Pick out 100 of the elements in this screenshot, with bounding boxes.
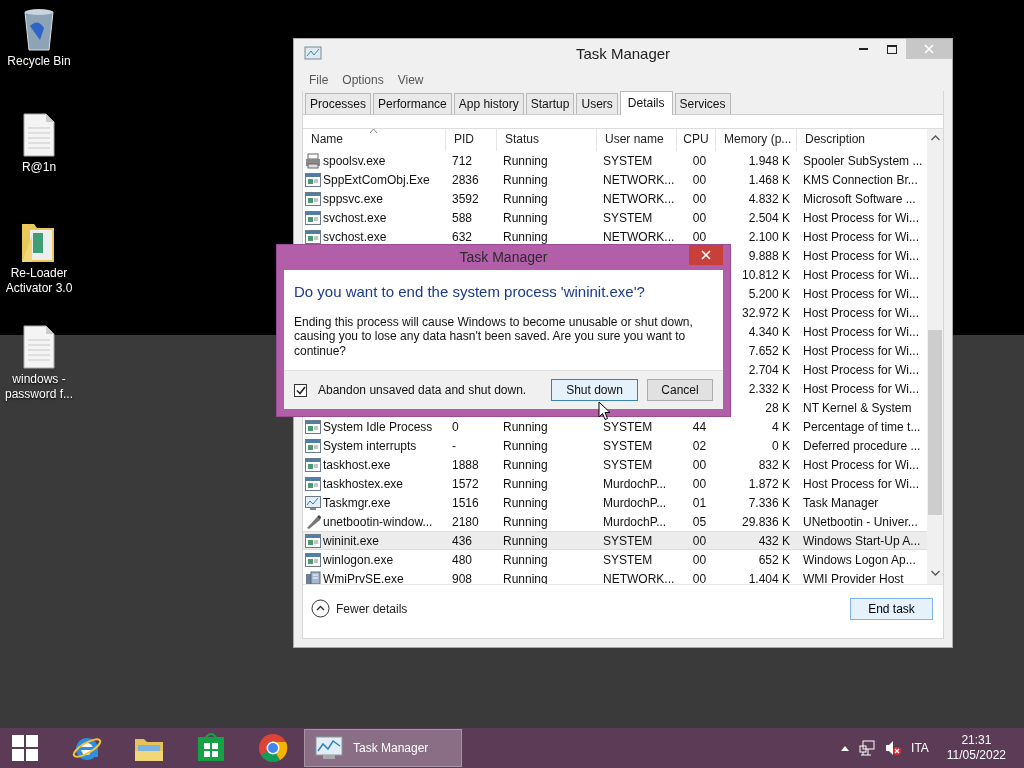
table-row[interactable]: taskhost.exe 1888 Running SYSTEM 00 832 K Host Process for Wi...: [303, 455, 928, 474]
table-cell-text: Running: [502, 418, 549, 436]
desktop-icon-label[interactable]: R@1n: [21, 160, 57, 175]
application-icon: [305, 418, 321, 435]
column-header[interactable]: CPU: [677, 129, 716, 151]
desktop-icon-label[interactable]: Recycle Bin: [7, 54, 71, 69]
table-cell-text: 632: [451, 228, 474, 246]
table-cell-text: Host Process for Wi...: [802, 342, 921, 360]
table-cell-text: Task Manager: [802, 494, 880, 512]
printer-icon: [305, 152, 321, 169]
scrollbar-thumb[interactable]: [928, 330, 943, 515]
table-cell-text: 00: [691, 456, 708, 474]
table-cell-text: Spooler SubSystem ...: [802, 152, 924, 170]
table-cell-text: 712: [451, 152, 474, 170]
tab[interactable]: Performance: [373, 93, 452, 114]
table-cell-text: 7.652 K: [747, 342, 791, 360]
menu-item[interactable]: Options: [335, 71, 391, 89]
checkbox-label[interactable]: Abandon unsaved data and shut down.: [318, 381, 527, 399]
table-row[interactable]: svchost.exe 588 Running SYSTEM 00 2.504 K Host Process for Wi...: [303, 208, 928, 227]
table-row[interactable]: svchost.exe 632 Running NETWORK... 00 2.100 K Host Process for Wi...: [303, 227, 928, 246]
tab[interactable]: Processes: [305, 93, 372, 114]
taskbar-app-button[interactable]: Task Manager: [304, 729, 462, 767]
table-row[interactable]: winlogon.exe 480 Running SYSTEM 00 652 K Windows Logon Ap...: [303, 550, 928, 569]
table-cell-text: 432 K: [757, 533, 791, 550]
table-cell-text: 480: [451, 551, 474, 569]
menu-item[interactable]: File: [302, 71, 336, 89]
table-cell-text: 44: [691, 418, 708, 436]
tab[interactable]: Startup: [525, 93, 575, 114]
application-icon: [305, 475, 321, 492]
table-cell-text: 00: [691, 475, 708, 493]
table-cell-text: 02: [691, 437, 708, 455]
table-cell-text: 652 K: [757, 551, 791, 569]
application-icon: [305, 437, 321, 454]
desktop-icon-label[interactable]: windows - password f...: [1, 372, 77, 402]
server-icon: [305, 570, 321, 584]
scroll-up-icon: [930, 135, 940, 141]
table-cell-text: Host Process for Wi...: [802, 361, 921, 379]
column-header[interactable]: Memory (p...: [716, 129, 797, 151]
dialog-message: Ending this process will cause Windows to become unusable or shut down, causing you to lose any data hasn't been saved. Are you sure you want to continue?: [294, 314, 694, 358]
checkbox[interactable]: [294, 383, 307, 397]
table-cell-text: 00: [691, 152, 708, 170]
table-row[interactable]: spoolsv.exe 712 Running SYSTEM 00 1.948 K Spooler SubSystem ...: [303, 151, 928, 170]
tab[interactable]: App history: [453, 93, 524, 114]
column-header[interactable]: Status: [497, 129, 597, 151]
table-cell-text: Running: [502, 456, 549, 474]
table-cell-text: 908: [451, 570, 474, 584]
table-row[interactable]: wininit.exe 436 Running SYSTEM 00 432 K Windows Start-Up A...: [303, 531, 928, 550]
table-row[interactable]: unetbootin-window... 2180 Running MurdochP... 05 29.836 K UNetbootin - Univer...: [303, 512, 928, 531]
network-icon: [859, 740, 876, 756]
menu-item[interactable]: View: [390, 71, 431, 89]
table-row[interactable]: sppsvc.exe 3592 Running NETWORK... 00 4.832 K Microsoft Software ...: [303, 189, 928, 208]
column-header[interactable]: PID: [446, 129, 497, 151]
table-row[interactable]: taskhostex.exe 1572 Running MurdochP... 00 1.872 K Host Process for Wi...: [303, 474, 928, 493]
table-cell-text: 00: [691, 551, 708, 569]
column-header[interactable]: User name: [597, 129, 677, 151]
clock[interactable]: 21:31 11/05/2022: [946, 733, 1006, 763]
show-hidden-icons-icon: [841, 745, 850, 751]
cancel-button[interactable]: Cancel: [647, 379, 713, 401]
column-header[interactable]: Name: [303, 129, 446, 151]
table-cell-text: 00: [691, 533, 708, 550]
process-name: SppExtComObj.Exe: [323, 171, 430, 189]
fewer-details-button[interactable]: Fewer details: [311, 599, 408, 618]
tab[interactable]: Details: [619, 91, 673, 115]
table-cell-text: 0: [451, 418, 460, 436]
table-cell-text: SYSTEM: [602, 456, 654, 474]
table-cell-text: Running: [502, 171, 549, 189]
table-row[interactable]: System Idle Process 0 Running SYSTEM 44 4 K Percentage of time t...: [303, 417, 928, 436]
table-row[interactable]: Taskmgr.exe 1516 Running MurdochP... 01 7.336 K Task Manager: [303, 493, 928, 512]
tab[interactable]: Services: [674, 93, 731, 114]
process-name: spoolsv.exe: [323, 152, 386, 170]
table-cell-text: 01: [691, 494, 708, 512]
table-cell-text: 1.948 K: [747, 152, 791, 170]
table-cell-text: Host Process for Wi...: [802, 456, 921, 474]
application-icon: [305, 171, 321, 188]
scroll-down-icon: [930, 570, 940, 576]
process-name: winlogon.exe: [323, 551, 394, 569]
mouse-cursor-icon: [598, 401, 611, 421]
table-cell-text: 3592: [451, 190, 480, 208]
table-cell-text: 00: [691, 228, 708, 246]
table-cell-text: Running: [502, 209, 549, 227]
application-icon: [305, 209, 321, 226]
end-task-button[interactable]: End task: [850, 597, 933, 620]
table-cell-text: Running: [502, 228, 549, 246]
chrome-icon: [258, 733, 288, 763]
table-cell-text: 0 K: [771, 437, 791, 455]
table-row[interactable]: SppExtComObj.Exe 2836 Running NETWORK... 00 1.468 K KMS Connection Br...: [303, 170, 928, 189]
table-cell-text: Host Process for Wi...: [802, 304, 921, 322]
desktop-icon-label[interactable]: Re-Loader Activator 3.0: [1, 266, 77, 296]
table-row[interactable]: System interrupts - Running SYSTEM 02 0 K Deferred procedure ...: [303, 436, 928, 455]
shut-down-button[interactable]: Shut down: [551, 379, 638, 401]
table-cell-text: Running: [502, 494, 549, 512]
tab[interactable]: Users: [576, 93, 618, 114]
close-button[interactable]: [689, 245, 723, 265]
input-language[interactable]: ITA: [911, 739, 929, 757]
table-cell-text: Host Process for Wi...: [802, 209, 921, 227]
table-cell-text: Host Process for Wi...: [802, 285, 921, 303]
application-icon: [305, 456, 321, 473]
process-name: System Idle Process: [323, 418, 433, 436]
muted-speaker-icon: [885, 740, 902, 756]
table-cell-text: Percentage of time t...: [802, 418, 922, 436]
